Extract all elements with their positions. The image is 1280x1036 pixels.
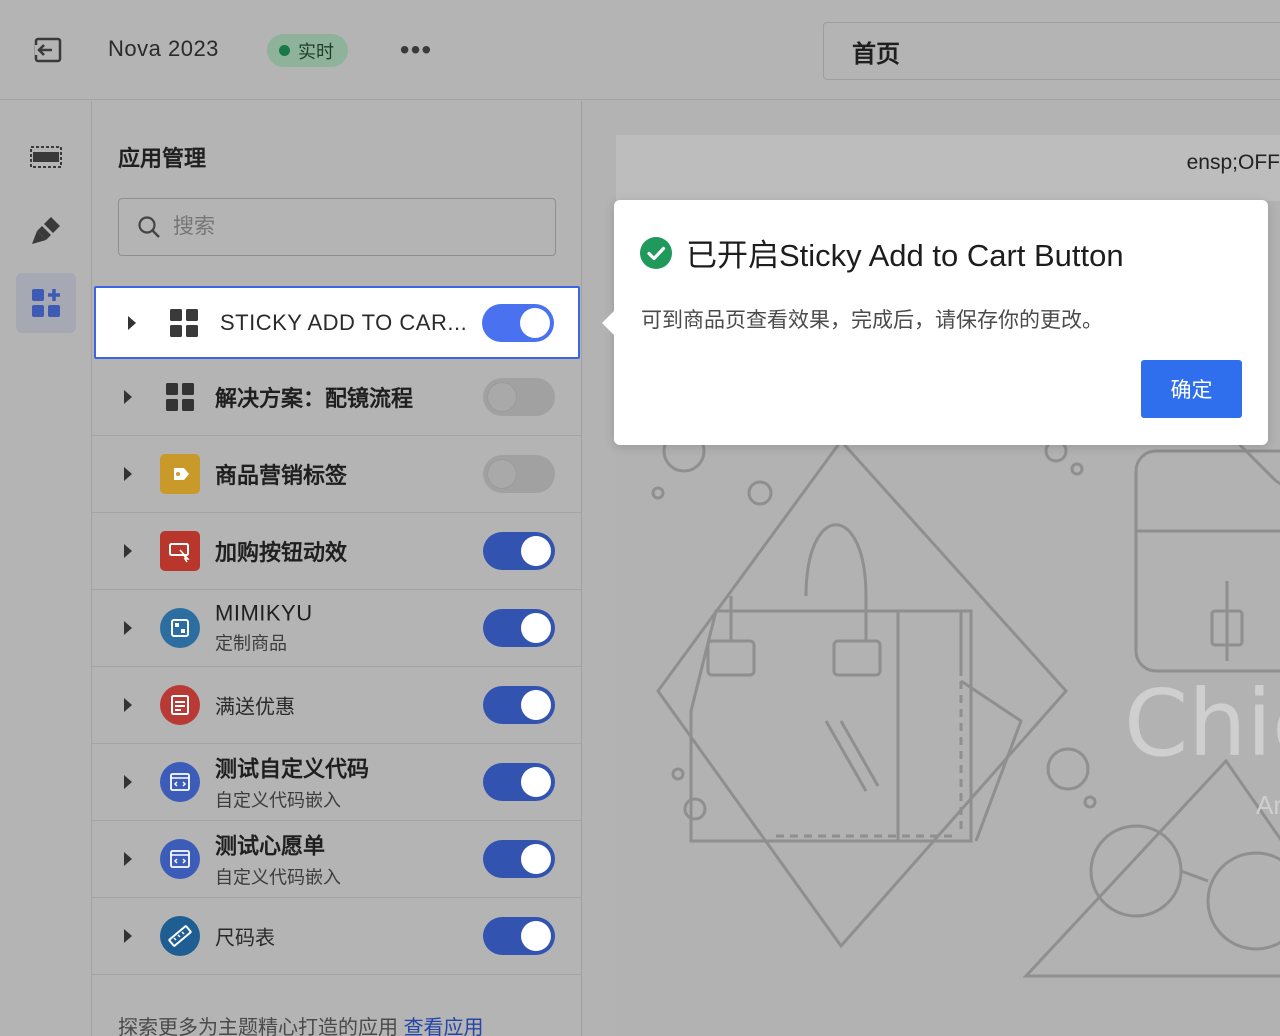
expand-caret-icon[interactable] [124, 467, 132, 481]
app-name: 加购按钮动效 [215, 540, 348, 565]
app-enable-toggle[interactable] [483, 378, 555, 416]
explore-text: 探索更多为主题精心打造的应用 [118, 1017, 398, 1036]
page-selector[interactable]: 首页 [823, 22, 1280, 80]
app-row-custom-code[interactable]: 测试自定义代码 自定义代码嵌入 [92, 744, 582, 821]
search-input[interactable] [173, 215, 533, 239]
expand-caret-icon[interactable] [124, 544, 132, 558]
expand-caret-icon[interactable] [124, 852, 132, 866]
expand-caret-icon[interactable] [128, 315, 136, 330]
app-row-size-chart[interactable]: 尺码表 [92, 898, 582, 975]
popover-title: 已开启Sticky Add to Cart Button [686, 238, 1124, 273]
hero-heading: Chic [1124, 670, 1280, 777]
sections-icon [30, 146, 62, 168]
app-texts: 尺码表 [215, 922, 275, 951]
app-texts: STICKY ADD TO CAR... [220, 310, 467, 336]
sidebar-item-apps[interactable] [16, 273, 76, 333]
expand-caret-icon[interactable] [124, 698, 132, 712]
explore-apps-footer: 探索更多为主题精心打造的应用 查看应用 [118, 1011, 484, 1036]
app-row-lens-flow[interactable]: 解决方案：配镜流程 [92, 359, 582, 436]
app-enable-toggle[interactable] [483, 455, 555, 493]
confirm-button[interactable]: 确定 [1141, 360, 1242, 418]
app-name: 解决方案：配镜流程 [215, 386, 414, 411]
app-name: 满送优惠 [215, 696, 295, 719]
app-enabled-popover: 已开启Sticky Add to Cart Button 可到商品页查看效果，完… [602, 200, 1268, 445]
sidebar-rail [0, 101, 92, 1036]
app-name: 测试自定义代码 [215, 756, 370, 782]
app-row-gift-promotion[interactable]: 满送优惠 [92, 667, 582, 744]
app-subtitle: 自定义代码嵌入 [215, 867, 341, 888]
app-row-mimikyu[interactable]: MIMIKYU 定制商品 [92, 590, 582, 667]
app-subtitle: 定制商品 [215, 633, 287, 654]
app-row-wishlist[interactable]: 测试心愿单 自定义代码嵌入 [92, 821, 582, 898]
preview-announcement-bar: ensp;OFF [616, 135, 1280, 201]
code-window-icon [160, 762, 200, 802]
success-check-icon [640, 236, 672, 269]
app-texts: 加购按钮动效 [215, 535, 347, 567]
search-icon [138, 216, 160, 238]
live-status-label: 实时 [298, 41, 334, 62]
app-texts: 测试心愿单 自定义代码嵌入 [215, 829, 341, 890]
top-bar: Nova 2023 实时 ••• 首页 [0, 0, 1280, 100]
code-window-icon [160, 839, 200, 879]
app-row-cart-button-animation[interactable]: 加购按钮动效 [92, 513, 582, 590]
popover-arrow [602, 310, 615, 336]
app-texts: MIMIKYU 定制商品 [215, 601, 313, 656]
sidebar-item-theme-settings[interactable] [16, 201, 76, 261]
search-box[interactable] [118, 198, 556, 256]
panel-title: 应用管理 [118, 146, 207, 171]
hero-subheading: Ar [1256, 790, 1280, 820]
app-subtitle: 自定义代码嵌入 [215, 790, 341, 811]
expand-caret-icon[interactable] [124, 390, 132, 404]
app-enable-toggle[interactable] [483, 609, 555, 647]
announcement-text: ensp;OFF [1186, 151, 1280, 174]
customize-icon [160, 608, 200, 648]
popover-message: 可到商品页查看效果，完成后，请保存你的更改。 [641, 309, 1103, 332]
app-name: STICKY ADD TO CAR... [220, 309, 468, 335]
apps-add-icon [32, 289, 60, 317]
receipt-icon [160, 685, 200, 725]
app-enable-toggle[interactable] [482, 303, 554, 342]
app-enable-toggle[interactable] [483, 840, 555, 878]
app-texts: 满送优惠 [215, 691, 295, 720]
exit-editor-button[interactable] [28, 30, 68, 70]
sidebar-item-sections[interactable] [16, 127, 76, 187]
cursor-click-icon [160, 531, 200, 571]
app-enable-toggle[interactable] [483, 532, 555, 570]
app-texts: 测试自定义代码 自定义代码嵌入 [215, 752, 369, 813]
ruler-icon [160, 916, 200, 956]
tag-icon [160, 454, 200, 494]
app-row-sticky-add-to-cart[interactable]: STICKY ADD TO CAR... [94, 286, 580, 359]
app-enable-toggle[interactable] [483, 686, 555, 724]
expand-caret-icon[interactable] [124, 929, 132, 943]
grid-icon [164, 303, 204, 343]
more-options-button[interactable]: ••• [396, 34, 436, 66]
app-name: 尺码表 [215, 927, 275, 950]
grid-icon [160, 377, 200, 417]
store-name: Nova 2023 [108, 36, 219, 61]
app-management-panel: 应用管理 STICKY ADD TO CAR... 解决方案 [92, 101, 582, 1036]
app-enable-toggle[interactable] [483, 763, 555, 801]
live-dot-icon [279, 45, 290, 56]
app-row-marketing-tags[interactable]: 商品营销标签 [92, 436, 582, 513]
paint-brush-icon [32, 217, 60, 244]
app-list: STICKY ADD TO CAR... 解决方案：配镜流程 商品营销标签 加购… [92, 286, 582, 975]
app-texts: 商品营销标签 [215, 458, 347, 490]
live-status-badge: 实时 [267, 34, 348, 67]
app-enable-toggle[interactable] [483, 917, 555, 955]
app-name: MIMIKYU [215, 600, 313, 626]
page-selector-value: 首页 [852, 40, 900, 68]
app-name: 测试心愿单 [215, 833, 326, 859]
expand-caret-icon[interactable] [124, 775, 132, 789]
popover-header: 已开启Sticky Add to Cart Button [640, 230, 1124, 275]
exit-icon [34, 37, 62, 63]
view-apps-link[interactable]: 查看应用 [404, 1017, 484, 1036]
app-name: 商品营销标签 [215, 463, 348, 488]
expand-caret-icon[interactable] [124, 621, 132, 635]
app-texts: 解决方案：配镜流程 [215, 381, 413, 413]
